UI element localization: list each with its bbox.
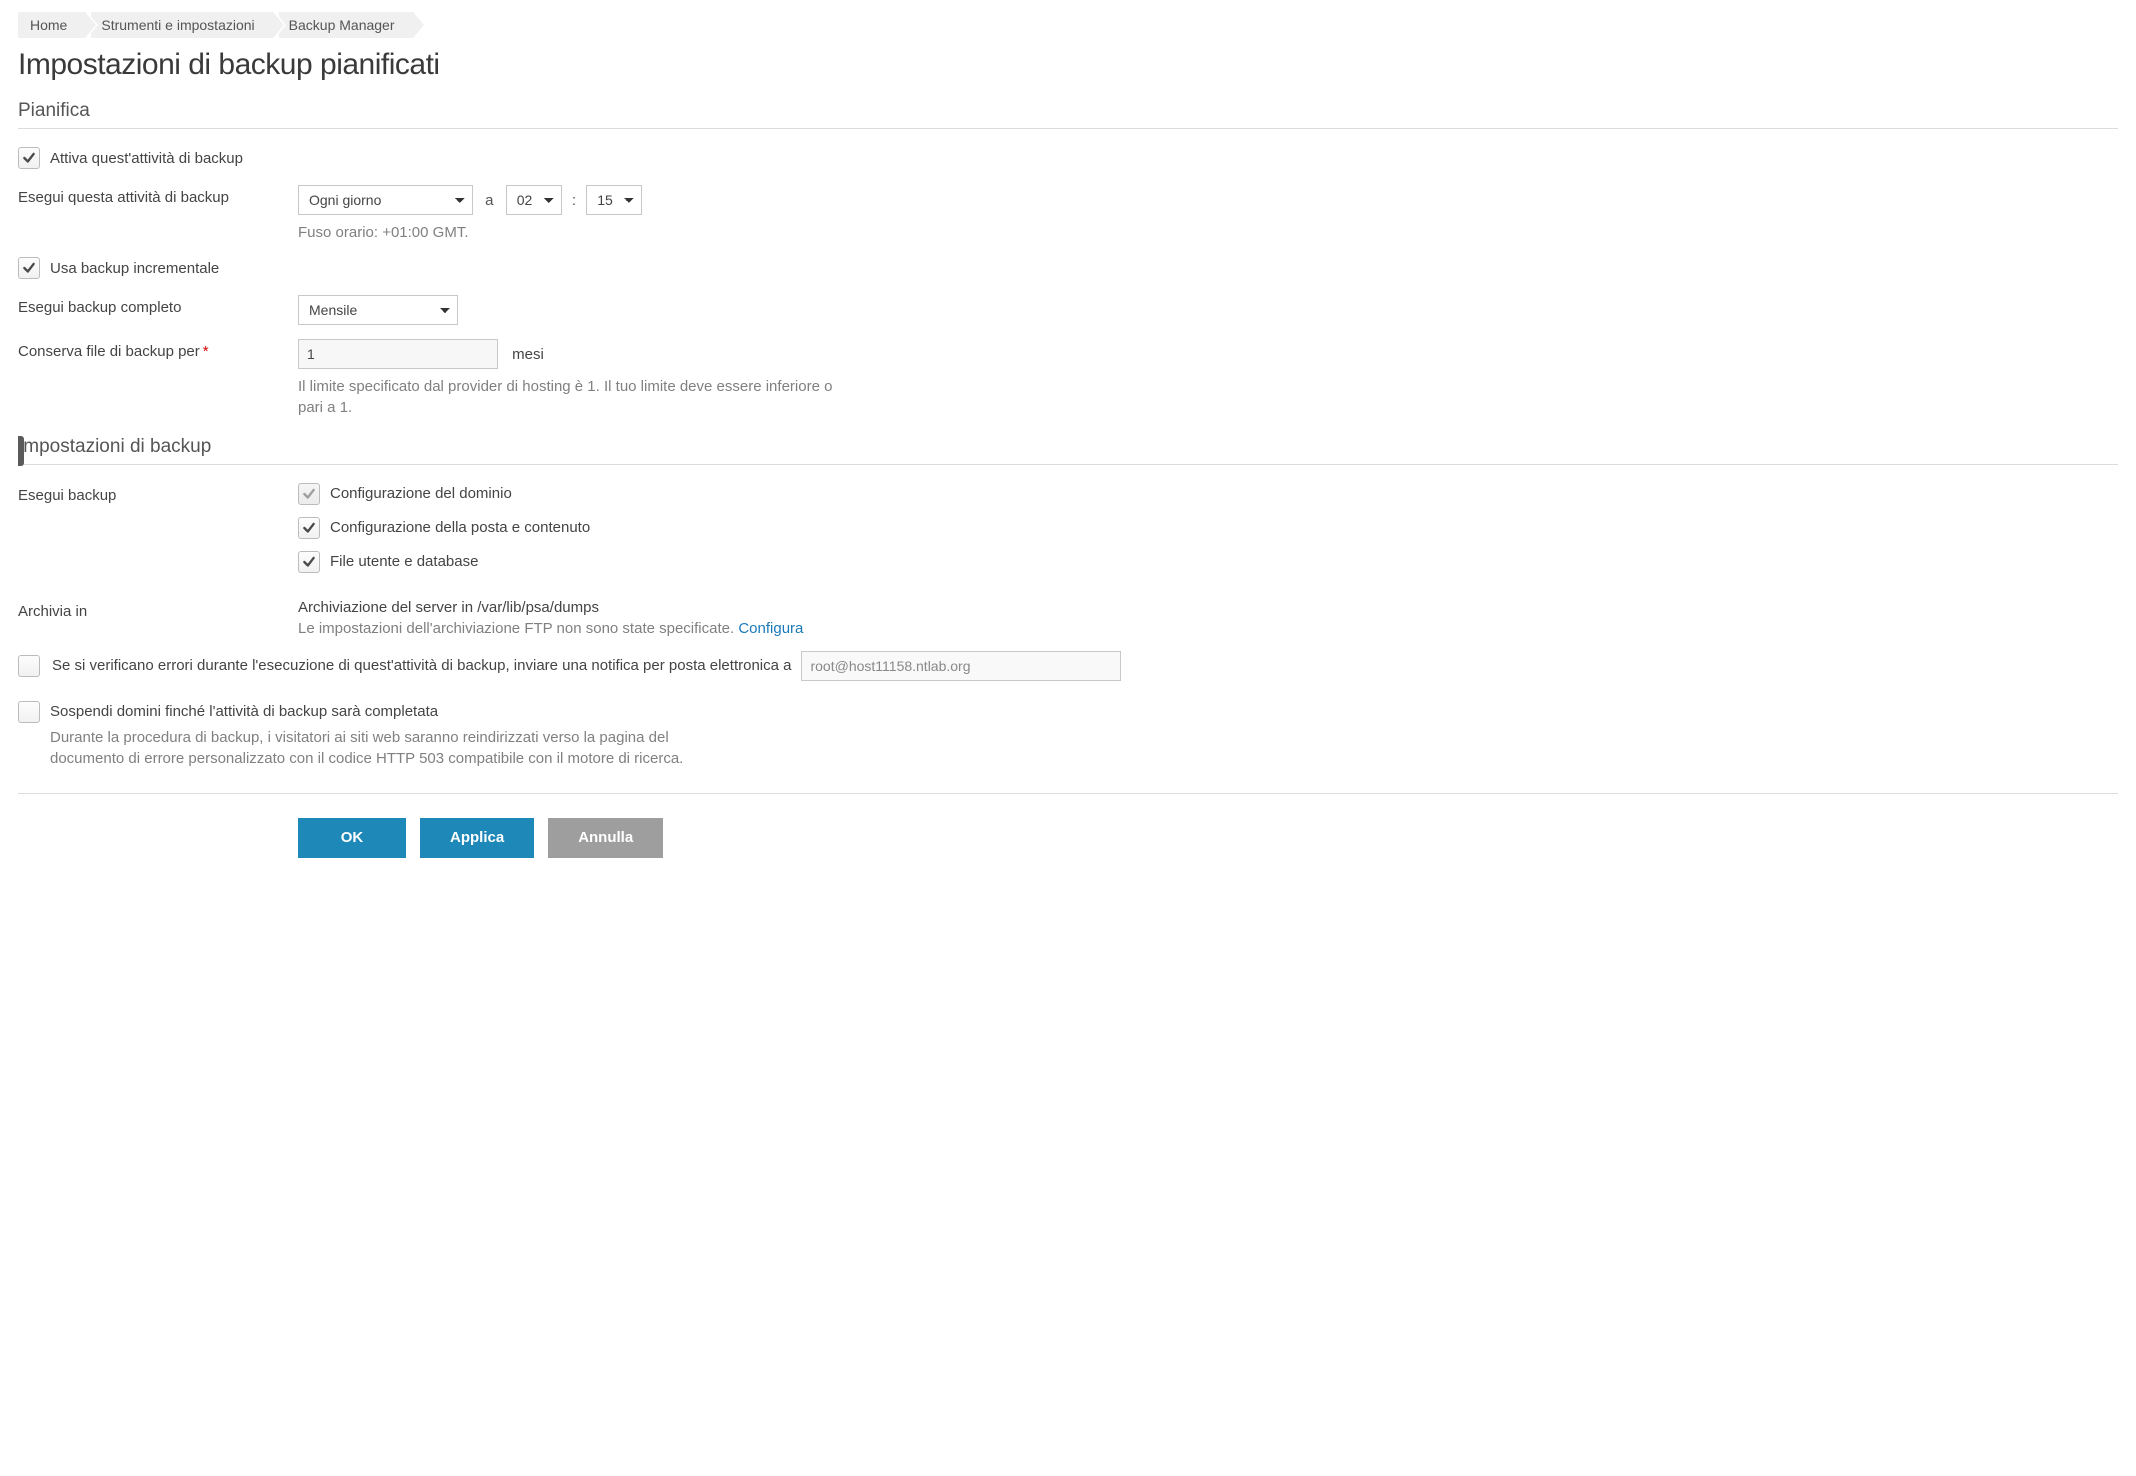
retention-hint: Il limite specificato dal provider di ho… (298, 377, 858, 418)
store-in-hint: Le impostazioni dell'archiviazione FTP n… (298, 620, 738, 637)
apply-button[interactable]: Applica (420, 818, 534, 858)
store-in-label: Archivia in (18, 599, 298, 620)
notify-errors-label: Se si verificano errori durante l'esecuz… (52, 657, 791, 674)
activate-backup-checkbox[interactable] (18, 147, 40, 169)
configure-ftp-link[interactable]: Configura (738, 620, 803, 637)
section-schedule-title: Pianifica (18, 100, 2118, 129)
at-label: a (485, 192, 493, 209)
section-indicator-icon (18, 436, 24, 466)
run-task-label: Esegui questa attività di backup (18, 185, 298, 206)
user-files-db-label: File utente e database (330, 553, 478, 570)
user-files-db-checkbox[interactable] (298, 551, 320, 573)
frequency-select[interactable]: Ogni giorno (298, 185, 473, 215)
retention-label: Conserva file di backup per (18, 343, 200, 360)
domain-config-checkbox (298, 483, 320, 505)
incremental-backup-label: Usa backup incrementale (50, 260, 219, 277)
mail-config-checkbox[interactable] (298, 517, 320, 539)
button-row: OK Applica Annulla (18, 793, 2118, 858)
cancel-button[interactable]: Annulla (548, 818, 663, 858)
full-backup-label: Esegui backup completo (18, 295, 298, 316)
activate-backup-label: Attiva quest'attività di backup (50, 150, 243, 167)
suspend-domains-label: Sospendi domini finché l'attività di bac… (50, 703, 438, 720)
store-in-value: Archiviazione del server in /var/lib/psa… (298, 599, 2118, 616)
notify-email-input[interactable] (801, 651, 1121, 681)
incremental-backup-checkbox[interactable] (18, 257, 40, 279)
breadcrumb-backup-manager[interactable]: Backup Manager (279, 12, 413, 38)
breadcrumb: Home Strumenti e impostazioni Backup Man… (18, 12, 2118, 38)
hour-select[interactable]: 02 (506, 185, 562, 215)
section-settings-title: Impostazioni di backup (18, 436, 2118, 465)
domain-config-label: Configurazione del dominio (330, 485, 512, 502)
retention-input[interactable] (298, 339, 498, 369)
ok-button[interactable]: OK (298, 818, 406, 858)
suspend-domains-checkbox[interactable] (18, 701, 40, 723)
minute-select[interactable]: 15 (586, 185, 642, 215)
mail-config-label: Configurazione della posta e contenuto (330, 519, 590, 536)
notify-errors-checkbox[interactable] (18, 655, 40, 677)
required-star-icon: * (203, 343, 209, 360)
full-backup-select[interactable]: Mensile (298, 295, 458, 325)
breadcrumb-home[interactable]: Home (18, 12, 85, 38)
suspend-domains-hint: Durante la procedura di backup, i visita… (50, 727, 690, 769)
breadcrumb-tools-settings[interactable]: Strumenti e impostazioni (91, 12, 272, 38)
run-backup-label: Esegui backup (18, 483, 298, 504)
timezone-hint: Fuso orario: +01:00 GMT. (298, 223, 858, 243)
time-colon: : (572, 192, 576, 209)
retention-unit: mesi (512, 346, 544, 363)
page-title: Impostazioni di backup pianificati (18, 48, 2118, 82)
